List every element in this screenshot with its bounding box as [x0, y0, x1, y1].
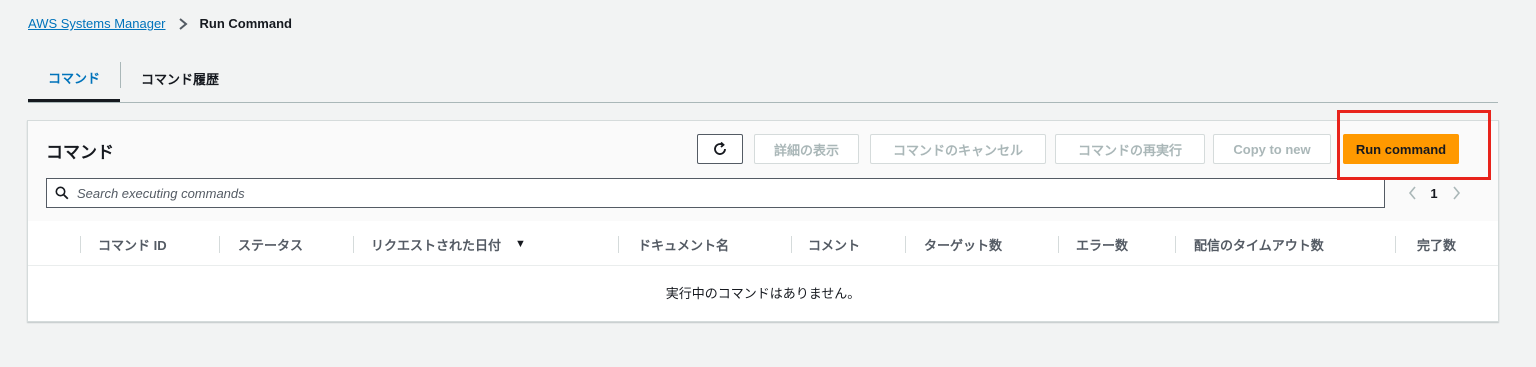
- column-divider: [905, 236, 906, 253]
- table-header: コマンド ID ステータス リクエストされた日付 ▼ ドキュメント名 コメント …: [28, 223, 1498, 266]
- search-box: [46, 178, 1385, 208]
- chevron-right-icon[interactable]: [1446, 186, 1466, 200]
- column-delivery-timeout-count[interactable]: 配信のタイムアウト数: [1194, 223, 1324, 265]
- chevron-right-icon: [178, 17, 188, 30]
- commands-panel: コマンド 詳細の表示 コマンドのキャンセル コマンドの再実行 Copy to n…: [27, 120, 1499, 322]
- empty-table-message: 実行中のコマンドはありません。: [665, 286, 861, 301]
- tab-command-history[interactable]: コマンド履歴: [121, 56, 261, 100]
- cancel-command-button[interactable]: コマンドのキャンセル: [870, 134, 1046, 164]
- column-divider: [219, 236, 220, 253]
- column-document-name[interactable]: ドキュメント名: [638, 223, 729, 265]
- column-divider: [1175, 236, 1176, 253]
- panel-title: コマンド: [46, 143, 114, 162]
- column-divider: [80, 236, 81, 253]
- view-details-button[interactable]: 詳細の表示: [754, 134, 859, 164]
- column-completed-count[interactable]: 完了数: [1417, 223, 1456, 265]
- breadcrumb-current: Run Command: [199, 16, 292, 31]
- chevron-left-icon[interactable]: [1402, 186, 1422, 200]
- panel-header: コマンド 詳細の表示 コマンドのキャンセル コマンドの再実行 Copy to n…: [28, 121, 1498, 221]
- column-divider: [618, 236, 619, 253]
- sort-desc-icon: ▼: [515, 238, 526, 250]
- column-divider: [1058, 236, 1059, 253]
- breadcrumb: AWS Systems Manager Run Command: [28, 16, 292, 31]
- search-input[interactable]: [75, 184, 1384, 202]
- rerun-command-button[interactable]: コマンドの再実行: [1055, 134, 1205, 164]
- copy-to-new-button[interactable]: Copy to new: [1213, 134, 1331, 164]
- column-error-count[interactable]: エラー数: [1076, 223, 1128, 265]
- breadcrumb-systems-manager-link[interactable]: AWS Systems Manager: [28, 16, 166, 31]
- column-comment[interactable]: コメント: [808, 223, 860, 265]
- column-divider: [353, 236, 354, 253]
- search-icon: [55, 186, 69, 200]
- run-command-button[interactable]: Run command: [1343, 134, 1459, 164]
- tab-bar: コマンド コマンド履歴: [28, 56, 1498, 103]
- page-number[interactable]: 1: [1422, 186, 1446, 201]
- tab-commands[interactable]: コマンド: [28, 56, 120, 102]
- column-requested-date-label: リクエストされた日付: [371, 237, 502, 253]
- column-requested-date[interactable]: リクエストされた日付 ▼: [371, 223, 526, 265]
- column-divider: [791, 236, 792, 253]
- column-status[interactable]: ステータス: [238, 223, 303, 265]
- refresh-icon: [712, 141, 728, 157]
- column-target-count[interactable]: ターゲット数: [924, 223, 1002, 265]
- column-divider: [1395, 236, 1396, 253]
- refresh-button[interactable]: [697, 134, 743, 164]
- pagination: 1: [1402, 181, 1466, 205]
- column-command-id[interactable]: コマンド ID: [98, 223, 167, 265]
